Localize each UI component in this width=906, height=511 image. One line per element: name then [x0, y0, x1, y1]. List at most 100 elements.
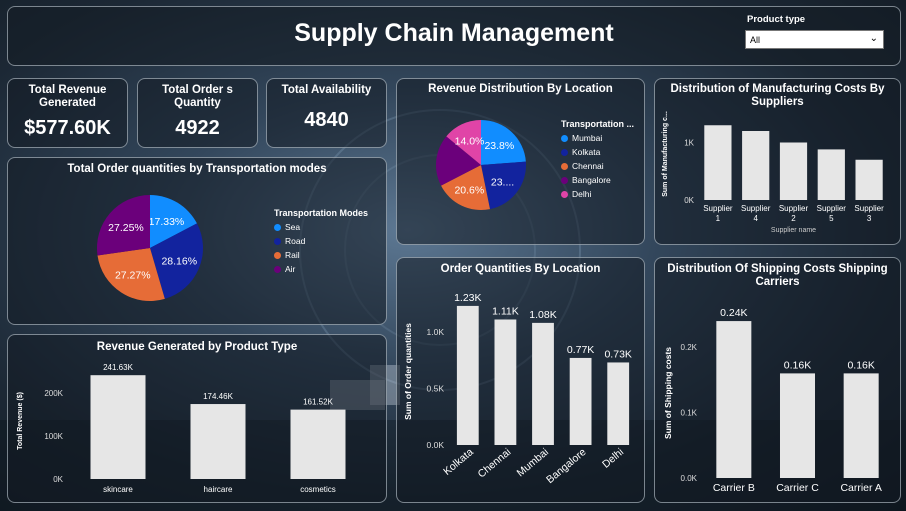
x-tick-label: Supplier: [703, 204, 733, 213]
legend-marker: [274, 237, 281, 245]
data-label: 0.24K: [720, 307, 747, 319]
chart-title: Revenue Distribution By Location: [428, 83, 613, 95]
y-tick-label: 0.1K: [681, 409, 698, 418]
legend-item-chennai[interactable]: Chennai: [561, 161, 634, 171]
bar[interactable]: [190, 404, 246, 479]
data-label: 0.16K: [847, 359, 874, 371]
chart-title: Revenue Generated by Product Type: [96, 341, 298, 353]
order-location-bar-chart: 0.0K 0.5K 1.0K Sum of Order quantities 1.23K…: [403, 292, 632, 486]
bar[interactable]: [607, 362, 630, 445]
chevron-down-icon: ⌄: [869, 33, 878, 44]
bar[interactable]: [742, 131, 770, 200]
y-tick-label: 0.0K: [427, 440, 445, 450]
bar[interactable]: [855, 159, 883, 200]
data-label: 17.33%: [149, 216, 185, 228]
legend-marker: [561, 190, 568, 198]
y-tick-label: 0K: [53, 475, 63, 484]
legend-label: Delhi: [572, 189, 592, 199]
bar[interactable]: [90, 375, 146, 479]
y-tick-label: 200K: [44, 389, 63, 398]
x-tick-label: Carrier A: [840, 482, 881, 494]
data-label: 1.11K: [492, 305, 519, 317]
data-label: 0.73K: [604, 348, 631, 360]
bar[interactable]: [704, 125, 732, 200]
legend-marker: [274, 223, 281, 231]
manufacturing-costs-bar-chart: 0K1KSum of Manufacturing c...Supplier1Su…: [662, 111, 884, 234]
revenue-location-panel: Revenue Distribution By Location 23.8% 23…: [396, 78, 645, 245]
shipping-costs-panel: Distribution Of Shipping Costs Shipping …: [654, 257, 901, 503]
bar[interactable]: [532, 322, 554, 445]
bar[interactable]: [569, 357, 592, 445]
revenue-product-panel: Revenue Generated by Product Type 0K 100K…: [7, 334, 387, 503]
legend-marker: [274, 265, 281, 273]
kpi-label: Total Availability: [281, 84, 372, 96]
kpi-value: 4922: [175, 117, 220, 139]
legend: Sea Road Rail Air: [274, 222, 368, 274]
x-tick-label: Bangalore: [544, 446, 589, 486]
legend-marker: [561, 162, 568, 170]
legend-title: Transportation ...: [561, 119, 635, 129]
x-tick-label: Carrier B: [713, 482, 755, 494]
bar[interactable]: [779, 142, 808, 201]
legend-label: Sea: [285, 222, 301, 232]
data-label: 28.16%: [161, 255, 197, 267]
transport-modes-panel: Total Order quantities by Transportation…: [7, 157, 387, 325]
data-label: 174.46K: [203, 392, 233, 401]
legend-item-air[interactable]: Air: [274, 264, 368, 274]
product-type-value: All: [750, 35, 761, 45]
legend-item-delhi[interactable]: Delhi: [561, 189, 634, 199]
y-axis-label: Sum of Manufacturing c...: [662, 111, 669, 197]
legend-item-sea[interactable]: Sea: [274, 222, 368, 232]
shipping-costs-bar-chart: 0.0K 0.1K 0.2K Sum of Shipping costs 0.24K Ca…: [663, 307, 882, 494]
data-label: 0.77K: [567, 344, 594, 356]
legend-label: Road: [285, 236, 306, 246]
y-tick-label: 0.5K: [427, 383, 445, 393]
product-type-dropdown[interactable]: All ⌄: [745, 30, 884, 49]
y-tick-label: 1.0K: [427, 327, 445, 337]
legend: Mumbai Kolkata Chennai Bangalore Delhi: [561, 133, 634, 199]
bar[interactable]: [494, 319, 517, 445]
bar[interactable]: [716, 321, 752, 478]
legend-label: Rail: [285, 250, 300, 260]
bar[interactable]: [817, 149, 845, 200]
x-tick-label: 2: [791, 214, 796, 223]
x-tick-label: Supplier: [817, 204, 847, 213]
chart-title: Distribution Of Shipping Costs Shipping …: [667, 263, 888, 288]
x-tick-label: 5: [829, 214, 834, 223]
kpi-label: Total Revenue Generated: [28, 84, 107, 109]
bar[interactable]: [843, 373, 879, 478]
data-label: 161.52K: [303, 398, 333, 407]
legend-label: Bangalore: [572, 175, 611, 185]
data-label: 27.27%: [115, 270, 151, 282]
legend-title: Transportation Modes: [274, 208, 369, 218]
chart-title: Order Quantities By Location: [440, 263, 601, 275]
y-tick-label: 0.2K: [681, 343, 698, 352]
legend-item-bangalore[interactable]: Bangalore: [561, 175, 634, 185]
revenue-product-bar-chart: 0K 100K 200K Total Revenue ($) 241.63K skinca…: [17, 363, 346, 494]
legend-item-mumbai[interactable]: Mumbai: [561, 133, 634, 143]
x-tick-label: Chennai: [476, 446, 514, 480]
x-tick-label: cosmetics: [300, 485, 336, 494]
kpi-value: 4840: [304, 109, 349, 131]
x-tick-label: Mumbai: [515, 446, 551, 479]
y-tick-label: 100K: [44, 432, 63, 441]
data-label: 14.0%: [455, 136, 485, 148]
y-axis-label: Sum of Shipping costs: [663, 347, 673, 439]
data-label: 1.23K: [454, 292, 481, 304]
kpi-value: $577.60K: [24, 117, 111, 139]
legend-label: Air: [285, 264, 296, 274]
x-tick-label: 1: [716, 214, 721, 223]
chart-title: Total Order quantities by Transportation…: [67, 163, 327, 175]
bar[interactable]: [779, 373, 816, 478]
y-axis-label: Total Revenue ($): [17, 392, 24, 450]
bar[interactable]: [456, 305, 479, 445]
kpi-label: Total Order s Quantity: [162, 84, 233, 109]
manufacturing-costs-panel: Distribution of Manufacturing Costs By S…: [654, 78, 901, 245]
data-label: 241.63K: [103, 363, 133, 372]
legend-item-kolkata[interactable]: Kolkata: [561, 147, 634, 157]
legend-item-road[interactable]: Road: [274, 236, 368, 246]
legend-label: Chennai: [572, 161, 604, 171]
bar[interactable]: [290, 409, 346, 479]
legend-item-rail[interactable]: Rail: [274, 250, 368, 260]
data-label: 1.08K: [529, 309, 556, 321]
